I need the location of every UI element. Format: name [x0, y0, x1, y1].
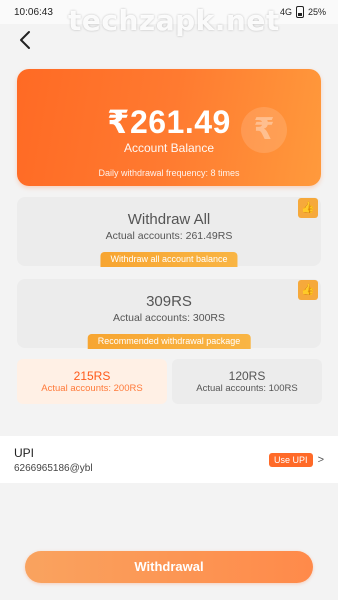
chevron-right-icon: >: [317, 454, 324, 466]
option-subtitle: Actual accounts: 300RS: [112, 312, 226, 324]
withdraw-all-option[interactable]: 👍 Withdraw All Actual accounts: 261.49RS…: [17, 197, 321, 267]
option-tag: Withdraw all account balance: [100, 252, 238, 267]
option-subtitle: Actual accounts: 100RS: [196, 383, 298, 394]
balance-label: Account Balance: [123, 141, 215, 155]
recommended-package-option[interactable]: 👍 309RS Actual accounts: 300RS Recommend…: [17, 279, 321, 349]
upi-title: UPI: [14, 446, 35, 460]
use-upi-button[interactable]: Use UPI >: [269, 453, 324, 467]
status-indicators: 4G 25%: [280, 6, 326, 18]
option-subtitle: Actual accounts: 200RS: [41, 383, 143, 394]
option-title: 309RS: [146, 293, 192, 310]
option-tag: Recommended withdrawal package: [87, 334, 251, 349]
option-title: 215RS: [73, 369, 111, 383]
battery-level: 25%: [307, 7, 326, 17]
balance-card: ₹ ₹261.49 Account Balance Daily withdraw…: [17, 69, 321, 186]
status-time: 10:06:43: [14, 6, 53, 18]
use-upi-label: Use UPI: [269, 453, 313, 467]
balance-amount: ₹261.49: [107, 104, 231, 140]
option-title: Withdraw All: [127, 211, 211, 228]
amount-option-120[interactable]: 120RS Actual accounts: 100RS: [172, 359, 322, 404]
battery-icon: [295, 6, 304, 18]
withdrawal-frequency: Daily withdrawal frequency: 8 times: [98, 168, 240, 178]
back-arrow-icon: [20, 31, 30, 49]
withdrawal-button[interactable]: Withdrawal: [25, 551, 313, 583]
option-title: 120RS: [228, 369, 266, 383]
back-button[interactable]: [14, 28, 38, 52]
watermark: techzapk.net: [68, 4, 280, 37]
upi-section: UPI 6266965186@ybl Use UPI >: [0, 436, 338, 483]
amount-option-215[interactable]: 215RS Actual accounts: 200RS: [17, 359, 167, 404]
upi-id: 6266965186@ybl: [14, 463, 93, 474]
option-subtitle: Actual accounts: 261.49RS: [105, 230, 233, 242]
network-indicator: 4G: [279, 7, 292, 17]
